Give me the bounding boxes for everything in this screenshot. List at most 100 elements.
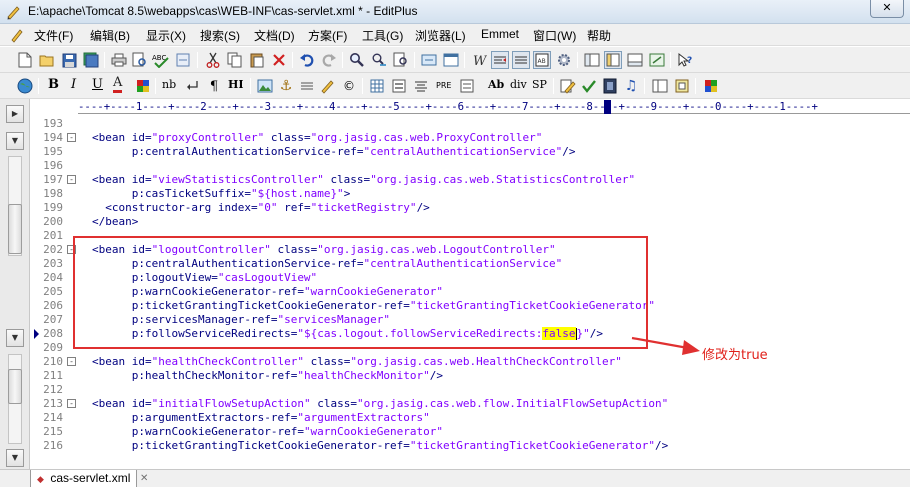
ab-button[interactable]: Ab xyxy=(488,78,504,91)
browser-preview-icon[interactable] xyxy=(442,51,460,69)
find-replace-icon[interactable] xyxy=(370,51,388,69)
code-line[interactable]: 197- <bean id="viewStatisticsController" … xyxy=(31,173,910,187)
menu-view[interactable]: 显示(X) xyxy=(144,27,188,44)
color-palette-icon[interactable] xyxy=(134,77,152,95)
music-note-icon[interactable]: ♫ xyxy=(622,77,640,95)
panel-scroll-down-icon[interactable]: ▼ xyxy=(6,449,24,467)
div-button[interactable]: div xyxy=(510,78,527,91)
cut-icon[interactable] xyxy=(204,51,222,69)
code-line[interactable]: 200 </bean> xyxy=(31,215,910,229)
anchor-icon[interactable]: ⚓ xyxy=(277,77,295,95)
special-char-icon[interactable]: © xyxy=(340,77,358,95)
window-close-button[interactable]: ✕ xyxy=(870,0,904,18)
pre-button[interactable]: PRE xyxy=(436,81,451,90)
menu-edit[interactable]: 编辑(B) xyxy=(88,27,132,44)
nbsp-button[interactable]: nb xyxy=(162,78,176,91)
panel-scroll-thumb-upper[interactable] xyxy=(8,204,22,254)
heading-button[interactable]: HI xyxy=(228,78,244,91)
code-line[interactable]: 214 p:argumentExtractors-ref="argumentEx… xyxy=(31,411,910,425)
replace-icon[interactable] xyxy=(174,51,192,69)
copy-icon[interactable] xyxy=(226,51,244,69)
color-picker-icon[interactable] xyxy=(702,77,720,95)
image-icon[interactable] xyxy=(256,77,274,95)
xml-tag xyxy=(304,355,311,368)
horizontal-rule-icon[interactable] xyxy=(298,77,316,95)
globe-browser-icon[interactable] xyxy=(16,77,34,95)
span-icon[interactable] xyxy=(458,77,476,95)
open-folder-icon[interactable] xyxy=(38,51,56,69)
list-icon[interactable] xyxy=(412,77,430,95)
menu-search[interactable]: 搜索(S) xyxy=(198,27,242,44)
new-file-icon[interactable] xyxy=(16,51,34,69)
save-icon[interactable] xyxy=(60,51,78,69)
find-in-files-icon[interactable] xyxy=(392,51,410,69)
menu-help[interactable]: 帮助 xyxy=(585,27,613,44)
menu-file[interactable]: 文件(F) xyxy=(32,27,75,44)
print-preview-icon[interactable] xyxy=(131,51,149,69)
menu-window[interactable]: 窗口(W) xyxy=(531,27,578,44)
fold-toggle-icon[interactable]: - xyxy=(67,133,76,142)
bold-button[interactable]: B xyxy=(48,77,59,92)
code-line[interactable]: 199 <constructor-arg index="0" ref="tick… xyxy=(31,201,910,215)
save-all-icon[interactable] xyxy=(82,51,100,69)
cliptext-window-icon[interactable] xyxy=(583,51,601,69)
ftp-icon[interactable] xyxy=(420,51,438,69)
validate-icon[interactable] xyxy=(580,77,598,95)
menu-document[interactable]: 文档(D) xyxy=(252,27,297,44)
panel-scroll-thumb-lower[interactable] xyxy=(8,369,22,404)
panel-arrow-right-icon[interactable]: ▶ xyxy=(6,105,24,123)
table-icon[interactable] xyxy=(368,77,386,95)
menu-project[interactable]: 方案(F) xyxy=(306,27,349,44)
spell-check-icon[interactable]: ABC xyxy=(152,51,170,69)
code-line[interactable]: 216 p:ticketGrantingTicketCookieGenerato… xyxy=(31,439,910,453)
code-line[interactable]: 194- <bean id="proxyController" class="or… xyxy=(31,131,910,145)
word-wrap-icon[interactable]: W xyxy=(470,51,488,69)
paragraph-icon[interactable]: ¶ xyxy=(205,77,223,95)
menu-tools[interactable]: 工具(G) xyxy=(360,27,405,44)
code-line[interactable]: 211 p:healthCheckMonitor-ref="healthChec… xyxy=(31,369,910,383)
output-window-icon[interactable] xyxy=(626,51,644,69)
delete-icon[interactable] xyxy=(270,51,288,69)
panel-dropdown-icon[interactable]: ▼ xyxy=(6,132,24,150)
panel-dropdown-lower-icon[interactable]: ▼ xyxy=(6,329,24,347)
film-icon[interactable] xyxy=(601,77,619,95)
tab-cas-servlet[interactable]: ◆ cas-servlet.xml xyxy=(30,470,138,487)
directory-window-icon[interactable] xyxy=(604,51,622,69)
italic-button[interactable]: I xyxy=(71,77,76,92)
code-line[interactable]: 198 p:casTicketSuffix="${host.name}"> xyxy=(31,187,910,201)
code-line[interactable]: 210- <bean id="healthCheckController" cla… xyxy=(31,355,910,369)
code-line[interactable]: 196 xyxy=(31,159,910,173)
font-color-button[interactable]: A xyxy=(113,76,123,93)
find-icon[interactable] xyxy=(348,51,366,69)
menu-emmet[interactable]: Emmet xyxy=(479,27,521,41)
frame-icon[interactable] xyxy=(651,77,669,95)
print-icon[interactable] xyxy=(110,51,128,69)
code-line[interactable]: 193 xyxy=(31,117,910,131)
form-icon[interactable] xyxy=(390,77,408,95)
fullscreen-icon[interactable] xyxy=(648,51,666,69)
code-line[interactable]: 215 p:warnCookieGenerator-ref="warnCooki… xyxy=(31,425,910,439)
underline-button[interactable]: U xyxy=(92,77,103,92)
layer-icon[interactable] xyxy=(673,77,691,95)
column-select-icon[interactable]: AB xyxy=(533,51,551,69)
xml-value: "0" xyxy=(257,201,278,214)
fold-toggle-icon[interactable]: - xyxy=(67,357,76,366)
edit-doc-icon[interactable] xyxy=(559,77,577,95)
paste-icon[interactable] xyxy=(248,51,266,69)
code-line[interactable]: 213- <bean id="initialFlowSetupAction" cl… xyxy=(31,397,910,411)
context-help-icon[interactable]: ? xyxy=(676,51,694,69)
line-number-toggle-icon[interactable] xyxy=(512,51,530,69)
code-line[interactable]: 195 p:centralAuthenticationService-ref="… xyxy=(31,145,910,159)
redo-icon[interactable] xyxy=(320,51,338,69)
undo-icon[interactable] xyxy=(298,51,316,69)
ruler-toggle-icon[interactable] xyxy=(491,51,509,69)
line-break-icon[interactable] xyxy=(184,77,202,95)
tab-close-icon[interactable]: ✕ xyxy=(140,473,148,484)
comment-pen-icon[interactable] xyxy=(319,77,337,95)
menu-browser[interactable]: 浏览器(L) xyxy=(413,27,468,44)
code-line[interactable]: 212 xyxy=(31,383,910,397)
fold-toggle-icon[interactable]: - xyxy=(67,175,76,184)
fold-toggle-icon[interactable]: - xyxy=(67,399,76,408)
sp-button[interactable]: SP xyxy=(532,78,547,91)
settings-gear-icon[interactable] xyxy=(555,51,573,69)
